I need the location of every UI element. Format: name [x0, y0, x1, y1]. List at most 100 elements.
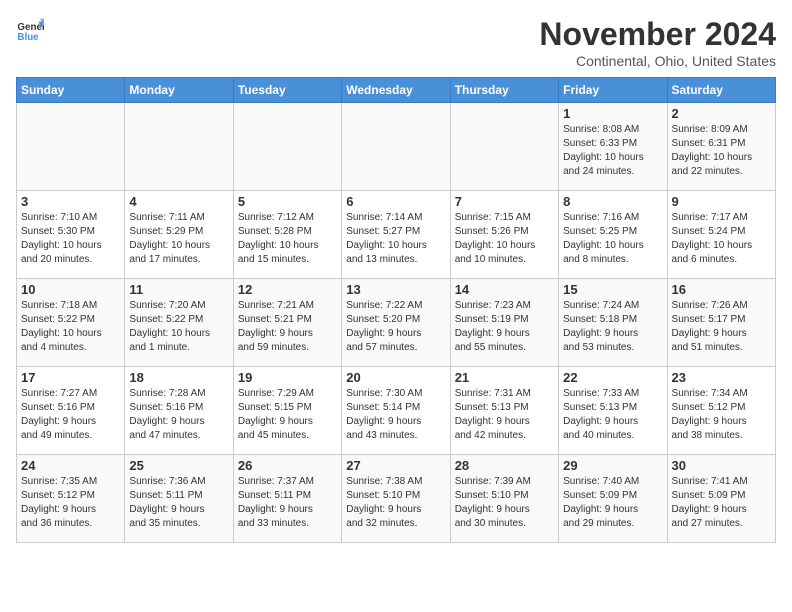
week-row-4: 17 Sunrise: 7:27 AM Sunset: 5:16 PM Dayli… — [17, 367, 776, 455]
day-info: Sunrise: 7:20 AM Sunset: 5:22 PM Dayligh… — [129, 299, 228, 355]
day-info: Sunrise: 7:29 AM Sunset: 5:15 PM Dayligh… — [238, 387, 337, 443]
calendar-subtitle: Continental, Ohio, United States — [539, 53, 776, 69]
day-number: 21 — [455, 370, 554, 385]
day-number: 12 — [238, 282, 337, 297]
day-info: Sunrise: 7:14 AM Sunset: 5:27 PM Dayligh… — [346, 211, 445, 267]
day-number: 7 — [455, 194, 554, 209]
calendar-cell: 19 Sunrise: 7:29 AM Sunset: 5:15 PM Dayli… — [233, 367, 341, 455]
weekday-header-sunday: Sunday — [17, 78, 125, 103]
day-number: 18 — [129, 370, 228, 385]
day-info: Sunrise: 7:11 AM Sunset: 5:29 PM Dayligh… — [129, 211, 228, 267]
calendar-cell: 13 Sunrise: 7:22 AM Sunset: 5:20 PM Dayli… — [342, 279, 450, 367]
day-number: 1 — [563, 106, 662, 121]
day-number: 5 — [238, 194, 337, 209]
day-number: 17 — [21, 370, 120, 385]
day-number: 24 — [21, 458, 120, 473]
calendar-cell: 9 Sunrise: 7:17 AM Sunset: 5:24 PM Daylig… — [667, 191, 775, 279]
calendar-cell: 17 Sunrise: 7:27 AM Sunset: 5:16 PM Dayli… — [17, 367, 125, 455]
day-info: Sunrise: 7:10 AM Sunset: 5:30 PM Dayligh… — [21, 211, 120, 267]
calendar-table: SundayMondayTuesdayWednesdayThursdayFrid… — [16, 77, 776, 543]
day-info: Sunrise: 7:40 AM Sunset: 5:09 PM Dayligh… — [563, 475, 662, 531]
day-info: Sunrise: 7:26 AM Sunset: 5:17 PM Dayligh… — [672, 299, 771, 355]
day-number: 3 — [21, 194, 120, 209]
day-number: 22 — [563, 370, 662, 385]
day-info: Sunrise: 7:22 AM Sunset: 5:20 PM Dayligh… — [346, 299, 445, 355]
calendar-cell: 14 Sunrise: 7:23 AM Sunset: 5:19 PM Dayli… — [450, 279, 558, 367]
day-info: Sunrise: 7:38 AM Sunset: 5:10 PM Dayligh… — [346, 475, 445, 531]
day-number: 11 — [129, 282, 228, 297]
logo-icon: General Blue — [16, 16, 44, 44]
weekday-header-tuesday: Tuesday — [233, 78, 341, 103]
day-number: 13 — [346, 282, 445, 297]
calendar-cell: 28 Sunrise: 7:39 AM Sunset: 5:10 PM Dayli… — [450, 455, 558, 543]
calendar-cell: 7Sunrise: 7:15 AM Sunset: 5:26 PM Daylig… — [450, 191, 558, 279]
calendar-cell: 12 Sunrise: 7:21 AM Sunset: 5:21 PM Dayli… — [233, 279, 341, 367]
day-info: Sunrise: 7:30 AM Sunset: 5:14 PM Dayligh… — [346, 387, 445, 443]
day-info: Sunrise: 7:33 AM Sunset: 5:13 PM Dayligh… — [563, 387, 662, 443]
day-info: Sunrise: 7:21 AM Sunset: 5:21 PM Dayligh… — [238, 299, 337, 355]
day-info: Sunrise: 7:27 AM Sunset: 5:16 PM Dayligh… — [21, 387, 120, 443]
day-info: Sunrise: 7:37 AM Sunset: 5:11 PM Dayligh… — [238, 475, 337, 531]
weekday-header-monday: Monday — [125, 78, 233, 103]
page-header: General Blue November 2024 Continental, … — [16, 16, 776, 69]
day-number: 14 — [455, 282, 554, 297]
calendar-cell: 29 Sunrise: 7:40 AM Sunset: 5:09 PM Dayli… — [559, 455, 667, 543]
calendar-cell: 18 Sunrise: 7:28 AM Sunset: 5:16 PM Dayli… — [125, 367, 233, 455]
day-info: Sunrise: 7:24 AM Sunset: 5:18 PM Dayligh… — [563, 299, 662, 355]
day-number: 20 — [346, 370, 445, 385]
calendar-cell: 11 Sunrise: 7:20 AM Sunset: 5:22 PM Dayli… — [125, 279, 233, 367]
calendar-cell: 1 Sunrise: 8:08 AM Sunset: 6:33 PM Daylig… — [559, 103, 667, 191]
day-number: 6 — [346, 194, 445, 209]
calendar-cell — [125, 103, 233, 191]
calendar-cell: 23Sunrise: 7:34 AM Sunset: 5:12 PM Dayli… — [667, 367, 775, 455]
day-number: 9 — [672, 194, 771, 209]
weekday-header-friday: Friday — [559, 78, 667, 103]
day-info: Sunrise: 7:39 AM Sunset: 5:10 PM Dayligh… — [455, 475, 554, 531]
calendar-cell: 3 Sunrise: 7:10 AM Sunset: 5:30 PM Daylig… — [17, 191, 125, 279]
day-info: Sunrise: 7:34 AM Sunset: 5:12 PM Dayligh… — [672, 387, 771, 443]
calendar-cell: 8 Sunrise: 7:16 AM Sunset: 5:25 PM Daylig… — [559, 191, 667, 279]
calendar-cell: 4 Sunrise: 7:11 AM Sunset: 5:29 PM Daylig… — [125, 191, 233, 279]
weekday-header-row: SundayMondayTuesdayWednesdayThursdayFrid… — [17, 78, 776, 103]
calendar-cell: 2Sunrise: 8:09 AM Sunset: 6:31 PM Daylig… — [667, 103, 775, 191]
calendar-cell: 30 Sunrise: 7:41 AM Sunset: 5:09 PM Dayli… — [667, 455, 775, 543]
weekday-header-wednesday: Wednesday — [342, 78, 450, 103]
calendar-cell: 20 Sunrise: 7:30 AM Sunset: 5:14 PM Dayli… — [342, 367, 450, 455]
day-number: 30 — [672, 458, 771, 473]
day-number: 4 — [129, 194, 228, 209]
day-number: 8 — [563, 194, 662, 209]
calendar-cell: 5Sunrise: 7:12 AM Sunset: 5:28 PM Daylig… — [233, 191, 341, 279]
day-number: 2 — [672, 106, 771, 121]
weekday-header-saturday: Saturday — [667, 78, 775, 103]
day-info: Sunrise: 7:28 AM Sunset: 5:16 PM Dayligh… — [129, 387, 228, 443]
calendar-cell: 6 Sunrise: 7:14 AM Sunset: 5:27 PM Daylig… — [342, 191, 450, 279]
day-info: Sunrise: 7:23 AM Sunset: 5:19 PM Dayligh… — [455, 299, 554, 355]
weekday-header-thursday: Thursday — [450, 78, 558, 103]
week-row-3: 10 Sunrise: 7:18 AM Sunset: 5:22 PM Dayli… — [17, 279, 776, 367]
calendar-cell — [450, 103, 558, 191]
day-number: 19 — [238, 370, 337, 385]
day-number: 26 — [238, 458, 337, 473]
day-number: 25 — [129, 458, 228, 473]
calendar-title: November 2024 — [539, 16, 776, 53]
day-info: Sunrise: 7:18 AM Sunset: 5:22 PM Dayligh… — [21, 299, 120, 355]
svg-text:Blue: Blue — [17, 32, 39, 43]
calendar-cell — [342, 103, 450, 191]
day-number: 28 — [455, 458, 554, 473]
calendar-cell: 15Sunrise: 7:24 AM Sunset: 5:18 PM Dayli… — [559, 279, 667, 367]
calendar-cell — [17, 103, 125, 191]
day-info: Sunrise: 8:08 AM Sunset: 6:33 PM Dayligh… — [563, 123, 662, 179]
day-info: Sunrise: 7:17 AM Sunset: 5:24 PM Dayligh… — [672, 211, 771, 267]
day-info: Sunrise: 7:41 AM Sunset: 5:09 PM Dayligh… — [672, 475, 771, 531]
day-number: 10 — [21, 282, 120, 297]
calendar-cell: 21Sunrise: 7:31 AM Sunset: 5:13 PM Dayli… — [450, 367, 558, 455]
day-number: 16 — [672, 282, 771, 297]
calendar-cell: 16 Sunrise: 7:26 AM Sunset: 5:17 PM Dayli… — [667, 279, 775, 367]
week-row-2: 3 Sunrise: 7:10 AM Sunset: 5:30 PM Daylig… — [17, 191, 776, 279]
day-info: Sunrise: 7:16 AM Sunset: 5:25 PM Dayligh… — [563, 211, 662, 267]
day-number: 29 — [563, 458, 662, 473]
day-info: Sunrise: 7:36 AM Sunset: 5:11 PM Dayligh… — [129, 475, 228, 531]
day-info: Sunrise: 7:35 AM Sunset: 5:12 PM Dayligh… — [21, 475, 120, 531]
week-row-5: 24 Sunrise: 7:35 AM Sunset: 5:12 PM Dayli… — [17, 455, 776, 543]
calendar-cell: 10 Sunrise: 7:18 AM Sunset: 5:22 PM Dayli… — [17, 279, 125, 367]
